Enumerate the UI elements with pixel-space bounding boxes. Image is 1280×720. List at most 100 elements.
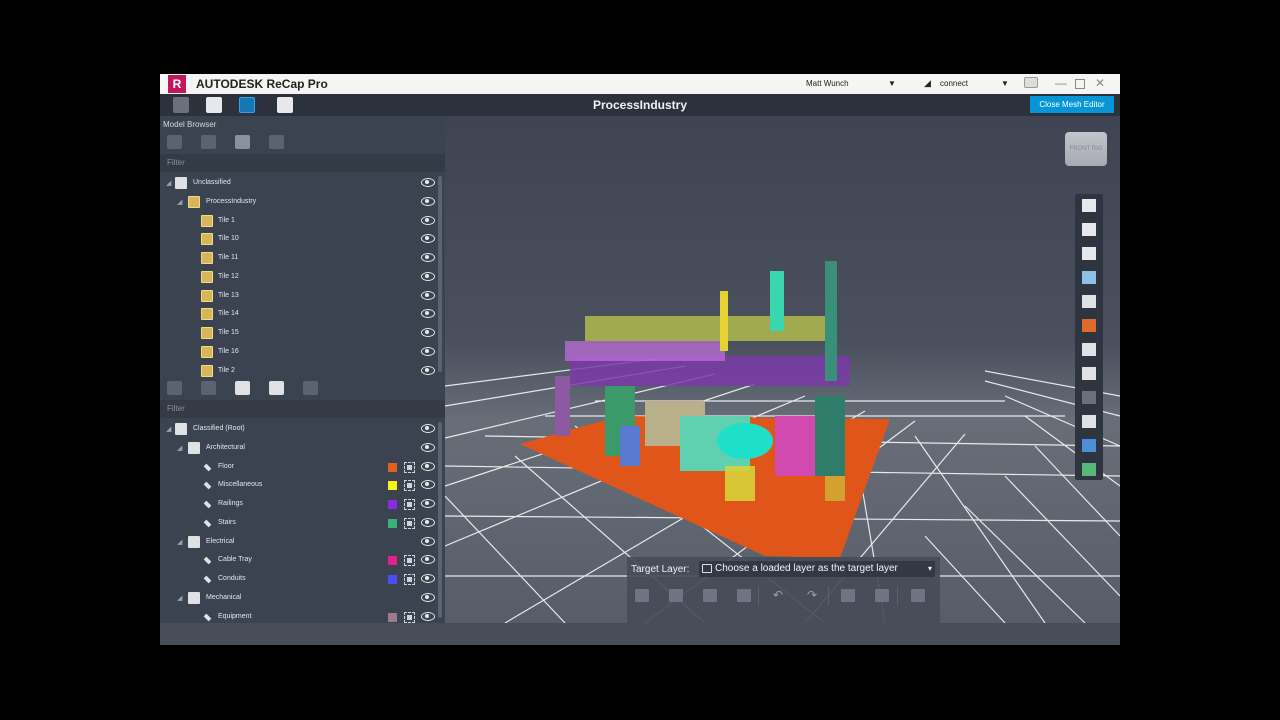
grid-icon[interactable] (1082, 199, 1096, 212)
plane-select-icon[interactable] (703, 589, 717, 602)
visibility-eye-icon[interactable] (421, 328, 435, 337)
tree-row[interactable]: ◢ Unclassified (160, 174, 445, 193)
viewcube[interactable]: FRONT RIG (1065, 132, 1107, 166)
redo-icon[interactable]: ↷ (807, 589, 821, 602)
collapse-caret-icon[interactable]: ◢ (177, 198, 182, 206)
tree-row[interactable]: Conduits (160, 570, 445, 589)
3d-viewport[interactable]: FRONT RIG Target Layer: Choose a loaded … (445, 116, 1120, 623)
color-swatch[interactable] (388, 500, 397, 509)
visibility-eye-icon[interactable] (421, 499, 435, 508)
clip-icon[interactable] (1082, 319, 1096, 332)
tree-row[interactable]: Tile 13 (160, 287, 445, 306)
visibility-eye-icon[interactable] (421, 555, 435, 565)
visibility-eye-icon[interactable] (421, 480, 435, 490)
chat-icon[interactable] (1024, 77, 1038, 88)
color-swatch[interactable] (388, 462, 397, 472)
visibility-eye-icon[interactable] (421, 517, 435, 527)
maximize-icon[interactable] (1075, 79, 1085, 89)
add-layer-icon[interactable] (167, 381, 182, 395)
tree-scrollbar[interactable] (438, 176, 442, 372)
point-cloud-scene[interactable] (445, 116, 1120, 623)
link-layer-icon[interactable] (235, 135, 250, 149)
connect-menu[interactable]: connect (940, 79, 968, 88)
visibility-eye-icon[interactable] (421, 574, 435, 583)
undo-icon[interactable]: ↶ (773, 589, 787, 602)
visibility-eye-icon[interactable] (421, 309, 435, 319)
tree-row[interactable]: ◢ Electrical (160, 533, 445, 552)
visibility-eye-icon[interactable] (421, 611, 435, 621)
tree-row[interactable]: Floor (160, 458, 445, 477)
tree-row[interactable]: ◢ Classified (Root) (160, 420, 445, 439)
tree-scrollbar[interactable] (438, 422, 442, 618)
measure-icon[interactable] (1082, 367, 1096, 380)
merge-layers-icon[interactable] (269, 381, 284, 395)
add-layer-icon[interactable] (167, 135, 182, 149)
visibility-eye-icon[interactable] (421, 178, 435, 187)
color-swatch[interactable] (388, 518, 397, 528)
visibility-eye-icon[interactable] (421, 424, 435, 433)
visibility-eye-icon[interactable] (421, 461, 435, 471)
tree-row[interactable]: Stairs (160, 514, 445, 533)
target-layer-select-icon[interactable] (404, 517, 415, 529)
color-swatch[interactable] (388, 481, 397, 491)
tree-row[interactable]: Cable Tray (160, 551, 445, 570)
target-layer-select-icon[interactable] (404, 480, 415, 492)
collapse-caret-icon[interactable]: ◢ (177, 594, 182, 602)
duplicate-layer-icon[interactable] (201, 135, 216, 149)
collapse-caret-icon[interactable]: ◢ (166, 179, 171, 187)
close-window-icon[interactable]: ✕ (1095, 76, 1105, 90)
tree-row[interactable]: Tile 10 (160, 230, 445, 249)
polygon-select-icon[interactable] (1082, 295, 1096, 308)
visibility-eye-icon[interactable] (421, 290, 435, 300)
collapse-caret-icon[interactable]: ◢ (166, 425, 171, 433)
visibility-eye-icon[interactable] (421, 234, 435, 244)
duplicate-layer-icon[interactable] (201, 381, 216, 395)
classify-icon[interactable] (235, 381, 250, 395)
tree-row[interactable]: Tile 16 (160, 343, 445, 362)
connect-caret-icon[interactable]: ▼ (1001, 79, 1009, 88)
clip-outside-icon[interactable] (875, 589, 889, 602)
tree-row[interactable]: Tile 14 (160, 305, 445, 324)
color-swatch[interactable] (388, 556, 397, 566)
tree-row[interactable]: Equipment (160, 608, 445, 624)
fence-select-icon[interactable] (669, 589, 683, 602)
visibility-eye-icon[interactable] (421, 442, 435, 452)
box-select-icon[interactable] (635, 589, 649, 602)
visibility-eye-icon[interactable] (421, 536, 435, 546)
delete-points-icon[interactable] (911, 589, 925, 602)
tree-row[interactable]: Tile 12 (160, 268, 445, 287)
close-mesh-editor-button[interactable]: Close Mesh Editor (1030, 96, 1114, 113)
user-menu[interactable]: Matt Wunch (806, 79, 849, 88)
layer-tool-icon[interactable] (1082, 415, 1096, 428)
target-layer-select-icon[interactable] (404, 499, 415, 510)
minimize-icon[interactable]: — (1055, 76, 1067, 90)
tree-row[interactable]: ◢ Architectural (160, 439, 445, 458)
color-swatch[interactable] (388, 575, 397, 584)
visibility-eye-icon[interactable] (421, 346, 435, 356)
unclassified-filter-input[interactable]: Filter (160, 154, 445, 172)
tree-row[interactable]: Tile 15 (160, 324, 445, 343)
visibility-eye-icon[interactable] (421, 592, 435, 602)
edit-region-icon[interactable] (1082, 343, 1096, 356)
collapse-caret-icon[interactable]: ◢ (177, 444, 182, 452)
classified-filter-input[interactable]: Filter (160, 400, 445, 418)
delete-layer-icon[interactable] (269, 135, 284, 149)
user-menu-caret-icon[interactable]: ▼ (888, 79, 896, 88)
collapse-caret-icon[interactable]: ◢ (177, 538, 182, 546)
select-tool-icon[interactable] (1082, 271, 1096, 284)
display-settings-icon[interactable] (1082, 439, 1096, 452)
cube-icon[interactable] (1082, 247, 1096, 260)
target-layer-select-icon[interactable] (404, 461, 415, 473)
region-grow-icon[interactable] (737, 589, 751, 602)
tree-row[interactable]: Miscellaneous (160, 476, 445, 495)
target-layer-select-icon[interactable] (404, 611, 415, 623)
target-layer-select-icon[interactable] (404, 555, 415, 567)
color-swatch[interactable] (388, 612, 397, 622)
tree-row[interactable]: ◢ Mechanical (160, 589, 445, 608)
visibility-eye-icon[interactable] (421, 196, 435, 206)
section-box-icon[interactable] (1082, 223, 1096, 236)
target-layer-select[interactable]: Choose a loaded layer as the target laye… (699, 561, 935, 577)
visibility-eye-icon[interactable] (421, 271, 435, 281)
clip-inside-icon[interactable] (841, 589, 855, 602)
classification-icon[interactable] (1082, 463, 1096, 476)
